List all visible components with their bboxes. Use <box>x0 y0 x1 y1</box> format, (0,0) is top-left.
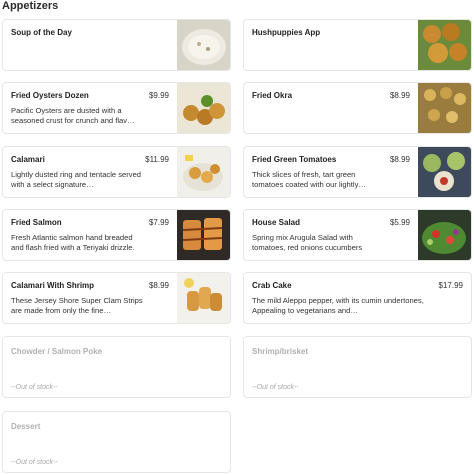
menu-item-card[interactable]: Calamari $11.99 Lightly dusted ring and … <box>2 146 231 198</box>
item-price: $8.99 <box>148 281 169 290</box>
menu-item-card[interactable]: Crab Cake $17.99 The mild Aleppo pepper,… <box>243 272 472 324</box>
menu-item-card[interactable]: Hushpuppies App <box>243 19 472 71</box>
menu-item-card[interactable]: Fried Salmon $7.99 Fresh Atlantic salmon… <box>2 209 231 261</box>
item-description: Thick slices of fresh, tart green tomato… <box>252 170 366 189</box>
item-description: The mild Aleppo pepper, with its cumin u… <box>252 296 424 315</box>
item-photo <box>177 83 230 133</box>
item-price: $11.99 <box>145 155 169 164</box>
menu-item-card[interactable]: Soup of the Day <box>2 19 231 71</box>
stock-status: --Out of stock-- <box>11 459 58 466</box>
menu-item-card[interactable]: Fried Green Tomatoes $8.99 Thick slices … <box>243 146 472 198</box>
item-name: Dessert <box>11 422 41 431</box>
item-price: $5.99 <box>389 218 410 227</box>
item-photo <box>418 83 471 133</box>
item-description: Lightly dusted ring and tentacle served … <box>11 170 142 189</box>
item-name: Soup of the Day <box>11 28 72 37</box>
item-photo <box>177 210 230 260</box>
item-name: House Salad <box>252 218 301 227</box>
item-name: Fried Oysters Dozen <box>11 91 89 100</box>
menu-item-card-out-of-stock: Chowder / Salmon Poke --Out of stock-- <box>2 336 231 398</box>
item-price: $9.99 <box>148 91 169 100</box>
item-description: Pacific Oysters are dusted with a season… <box>11 106 135 125</box>
menu-item-card[interactable]: Fried Okra $8.99 <box>243 82 472 134</box>
item-name: Crab Cake <box>252 281 292 290</box>
item-photo <box>418 20 471 70</box>
item-description: Spring mix Arugula Salad with tomatoes, … <box>252 233 363 252</box>
item-photo <box>177 20 230 70</box>
item-price: $8.99 <box>389 155 410 164</box>
stock-status: --Out of stock-- <box>252 384 299 391</box>
item-name: Fried Okra <box>252 91 293 100</box>
menu-item-card-out-of-stock: Dessert --Out of stock-- <box>2 411 231 473</box>
item-price: $17.99 <box>438 281 463 290</box>
menu-item-card[interactable]: Fried Oysters Dozen $9.99 Pacific Oyster… <box>2 82 231 134</box>
item-name: Calamari <box>11 155 45 164</box>
stock-status: --Out of stock-- <box>11 384 58 391</box>
menu-item-card-out-of-stock: Shrimp/brisket --Out of stock-- <box>243 336 472 398</box>
item-price: $8.99 <box>389 91 410 100</box>
item-name: Fried Salmon <box>11 218 62 227</box>
item-name: Fried Green Tomatoes <box>252 155 337 164</box>
item-name: Hushpuppies App <box>252 28 321 37</box>
item-name: Calamari With Shrimp <box>11 281 95 290</box>
item-photo <box>418 147 471 197</box>
item-photo <box>177 273 230 323</box>
menu-item-card[interactable]: House Salad $5.99 Spring mix Arugula Sal… <box>243 209 472 261</box>
item-description: These Jersey Shore Super Clam Strips are… <box>11 296 143 315</box>
section-title: Appetizers <box>2 0 59 12</box>
item-photo <box>177 147 230 197</box>
item-photo <box>418 210 471 260</box>
menu-item-card[interactable]: Calamari With Shrimp $8.99 These Jersey … <box>2 272 231 324</box>
item-name: Chowder / Salmon Poke <box>11 347 103 356</box>
item-price: $7.99 <box>148 218 169 227</box>
item-description: Fresh Atlantic salmon hand breaded and f… <box>11 233 135 252</box>
item-name: Shrimp/brisket <box>252 347 309 356</box>
